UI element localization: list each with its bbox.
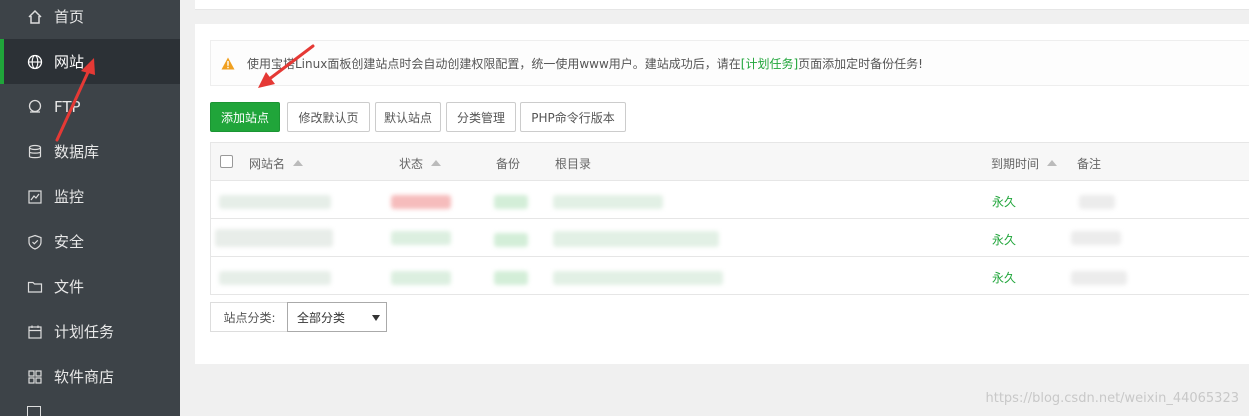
top-card	[195, 0, 1249, 10]
chevron-down-icon	[372, 315, 380, 321]
sidebar-item-label: 文件	[54, 278, 85, 296]
sidebar-item-database[interactable]: 数据库	[0, 129, 180, 174]
col-expire[interactable]: 到期时间	[991, 155, 1058, 172]
folder-icon	[27, 279, 43, 295]
default-site-button[interactable]: 默认站点	[375, 102, 441, 132]
sidebar-item-label: 计划任务	[54, 323, 115, 341]
redacted-remark	[1071, 231, 1121, 245]
redacted-site-name	[215, 229, 333, 247]
grid-icon	[27, 369, 43, 385]
alert-message: 使用宝塔Linux面板创建站点时会自动创建权限配置，统一使用www用户。建站成功…	[247, 55, 923, 72]
redacted-root-dir	[553, 231, 719, 247]
cron-link[interactable]: [计划任务]	[741, 57, 798, 71]
select-all-checkbox[interactable]	[220, 155, 233, 168]
expire-value: 永久	[992, 233, 1017, 247]
sidebar-item-website[interactable]: 网站	[0, 39, 180, 84]
sidebar-item-label: 软件商店	[54, 368, 115, 386]
redacted-backup	[494, 233, 528, 247]
sidebar-item-cutoff	[27, 406, 107, 416]
main-panel: 使用宝塔Linux面板创建站点时会自动创建权限配置，统一使用www用户。建站成功…	[195, 24, 1249, 364]
table-row[interactable]: 永久	[211, 257, 1249, 295]
col-remark: 备注	[1077, 157, 1102, 171]
table-header: 网站名 状态 备份 根目录 到期时间 备注	[211, 143, 1249, 181]
sidebar-item-label: FTP	[54, 97, 81, 116]
edit-default-page-button[interactable]: 修改默认页	[287, 102, 370, 132]
shield-icon	[27, 234, 43, 250]
col-site-name[interactable]: 网站名	[249, 155, 304, 172]
sidebar-item-label: 首页	[54, 8, 85, 26]
col-backup: 备份	[496, 157, 521, 171]
sidebar-item-label: 数据库	[54, 143, 100, 161]
redacted-site-name	[219, 195, 331, 209]
table-row[interactable]: 永久	[211, 181, 1249, 219]
add-site-button[interactable]: 添加站点	[210, 102, 280, 132]
site-category-select[interactable]: 全部分类	[287, 302, 387, 332]
sidebar-item-store[interactable]: 软件商店	[0, 354, 180, 399]
info-alert: 使用宝塔Linux面板创建站点时会自动创建权限配置，统一使用www用户。建站成功…	[210, 40, 1249, 86]
redacted-remark	[1071, 271, 1127, 285]
sidebar-item-cron[interactable]: 计划任务	[0, 309, 180, 354]
warning-icon	[221, 57, 235, 70]
expire-value: 永久	[992, 195, 1017, 209]
php-cli-version-button[interactable]: PHP命令行版本	[520, 102, 626, 132]
watermark: https://blog.csdn.net/weixin_44065323	[985, 391, 1239, 406]
sidebar-item-label: 安全	[54, 233, 85, 251]
ftp-icon	[27, 99, 43, 115]
globe-icon	[27, 54, 43, 70]
redacted-status	[391, 195, 451, 209]
alert-text: 使用宝塔Linux面板创建站点时会自动创建权限配置，统一使用www用户。建站成功…	[247, 56, 741, 71]
site-category-label: 站点分类:	[210, 302, 288, 332]
col-status[interactable]: 状态	[399, 155, 442, 172]
calendar-icon	[27, 324, 43, 340]
col-site-name-label: 网站名	[249, 157, 286, 171]
col-root-dir: 根目录	[555, 157, 592, 171]
col-expire-label: 到期时间	[991, 157, 1040, 171]
redacted-root-dir	[553, 271, 723, 285]
redacted-backup	[494, 195, 528, 209]
category-manage-button[interactable]: 分类管理	[446, 102, 516, 132]
col-status-label: 状态	[399, 157, 424, 171]
redacted-status	[391, 271, 451, 285]
sort-icon	[431, 160, 442, 166]
table-row[interactable]: 永久	[211, 219, 1249, 257]
sidebar-item-files[interactable]: 文件	[0, 264, 180, 309]
redacted-backup	[494, 271, 528, 285]
sidebar-item-label: 监控	[54, 188, 85, 206]
alert-text-tail: 页面添加定时备份任务!	[798, 56, 923, 71]
sites-table: 网站名 状态 备份 根目录 到期时间 备注 永久 永久 永久	[210, 142, 1249, 295]
sidebar-item-label: 网站	[54, 53, 85, 71]
sort-icon	[1047, 160, 1058, 166]
home-icon	[27, 9, 43, 25]
sidebar-item-monitor[interactable]: 监控	[0, 174, 180, 219]
expire-value: 永久	[992, 271, 1017, 285]
site-category-value: 全部分类	[297, 310, 346, 325]
redacted-remark	[1079, 195, 1115, 209]
sidebar: 首页 网站 FTP 数据库 监控 安全 文件 计划任务 软件商店	[0, 0, 180, 416]
sidebar-item-security[interactable]: 安全	[0, 219, 180, 264]
sidebar-item-home[interactable]: 首页	[0, 0, 180, 39]
redacted-root-dir	[553, 195, 663, 209]
redacted-status	[391, 231, 451, 245]
sort-icon	[293, 160, 304, 166]
redacted-site-name	[219, 271, 331, 285]
database-icon	[27, 144, 43, 160]
monitor-icon	[27, 189, 43, 205]
sidebar-item-ftp[interactable]: FTP	[0, 84, 180, 129]
